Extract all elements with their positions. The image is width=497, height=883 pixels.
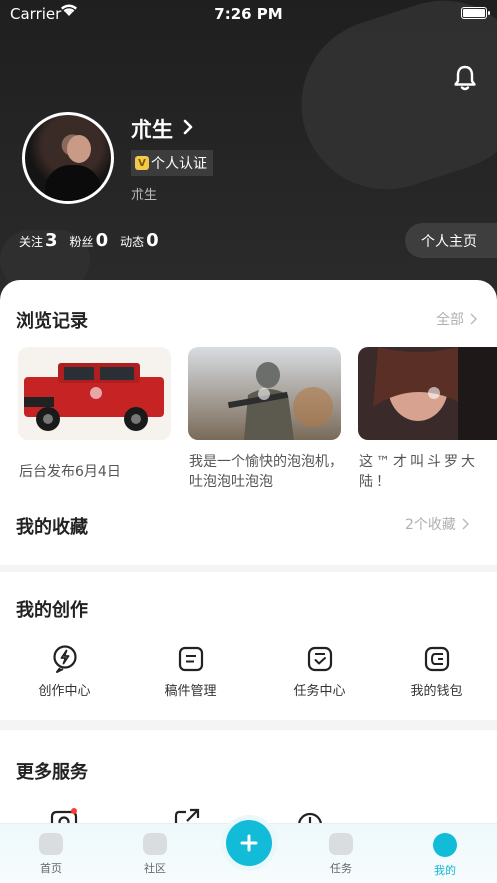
chevron-right-icon xyxy=(183,119,193,139)
red-suv-image xyxy=(18,347,171,440)
creation-item-label: 创作中心 xyxy=(38,684,91,699)
profile-subtitle: 朮生 xyxy=(131,188,158,203)
header-decoration xyxy=(279,0,497,212)
profile-name: 朮生 xyxy=(131,118,173,142)
soldier-game-image xyxy=(188,347,341,440)
history-item-thumbnail[interactable] xyxy=(358,347,497,440)
creation-center-button[interactable]: 创作中心 xyxy=(4,644,125,699)
chevron-right-icon xyxy=(462,518,469,530)
status-bar: Carrier 7:26 PM xyxy=(0,0,497,28)
tab-community[interactable]: 社区 xyxy=(125,833,185,876)
wallet-icon xyxy=(422,644,452,674)
lightning-icon xyxy=(50,644,80,674)
services-panel: 更多服务 xyxy=(0,730,497,828)
history-item-caption: 后台发布6月4日 xyxy=(19,464,121,480)
favorites-link[interactable]: 2个收藏 xyxy=(405,514,469,534)
creation-item-label: 我的钱包 xyxy=(410,684,463,699)
tab-mine[interactable]: 我的 xyxy=(415,833,475,878)
history-title: 浏览记录 xyxy=(16,311,88,332)
chevron-right-icon xyxy=(470,313,477,325)
task-center-button[interactable]: 任务中心 xyxy=(259,644,380,699)
document-icon xyxy=(176,644,206,674)
clock: 7:26 PM xyxy=(214,5,283,23)
favorites-title: 我的收藏 xyxy=(16,517,88,538)
profile-stats: 关注 3 粉丝 0 动态 0 xyxy=(19,230,171,251)
v-badge-icon: V xyxy=(135,156,149,170)
stat-followers[interactable]: 粉丝 0 xyxy=(70,230,109,251)
tasks-icon xyxy=(329,833,353,855)
tab-home[interactable]: 首页 xyxy=(21,833,81,876)
history-item-thumbnail[interactable] xyxy=(188,347,341,440)
verification-label: 个人认证 xyxy=(151,156,207,172)
creation-item-label: 稿件管理 xyxy=(164,684,217,699)
create-post-button[interactable] xyxy=(226,820,272,866)
services-title: 更多服务 xyxy=(16,762,88,783)
bell-icon[interactable] xyxy=(452,64,478,96)
profile-name-link[interactable]: 朮生 xyxy=(131,114,193,144)
creation-title: 我的创作 xyxy=(16,600,88,621)
community-icon xyxy=(143,833,167,855)
stat-posts[interactable]: 动态 0 xyxy=(120,230,159,251)
history-item-caption: 我是一个愉快的泡泡机，吐泡泡吐泡泡 xyxy=(189,454,343,490)
personal-homepage-button[interactable]: 个人主页 xyxy=(405,223,497,258)
battery-icon xyxy=(461,7,490,19)
tab-tasks[interactable]: 任务 xyxy=(311,833,371,876)
history-all-link[interactable]: 全部 xyxy=(436,309,477,329)
creation-item-label: 任务中心 xyxy=(293,684,346,699)
home-icon xyxy=(39,833,63,855)
stat-following[interactable]: 关注 3 xyxy=(19,230,58,251)
verification-badge[interactable]: V 个人认证 xyxy=(131,150,213,176)
anime-character-image xyxy=(358,347,497,440)
avatar[interactable] xyxy=(22,112,114,204)
history-card: 浏览记录 全部 后台发布6月4日 我是一个愉快的泡泡机，吐泡泡吐泡泡 这™才叫斗… xyxy=(0,280,497,565)
plus-icon xyxy=(240,834,258,852)
history-item-caption: 这™才叫斗罗大陆！ xyxy=(359,454,478,490)
my-wallet-button[interactable]: 我的钱包 xyxy=(376,644,497,699)
history-item-thumbnail[interactable] xyxy=(18,347,171,440)
creation-panel: 我的创作 创作中心 稿件管理 任务中心 我的钱包 xyxy=(0,572,497,720)
task-check-icon xyxy=(305,644,335,674)
mine-icon xyxy=(433,833,457,857)
manuscript-management-button[interactable]: 稿件管理 xyxy=(130,644,251,699)
